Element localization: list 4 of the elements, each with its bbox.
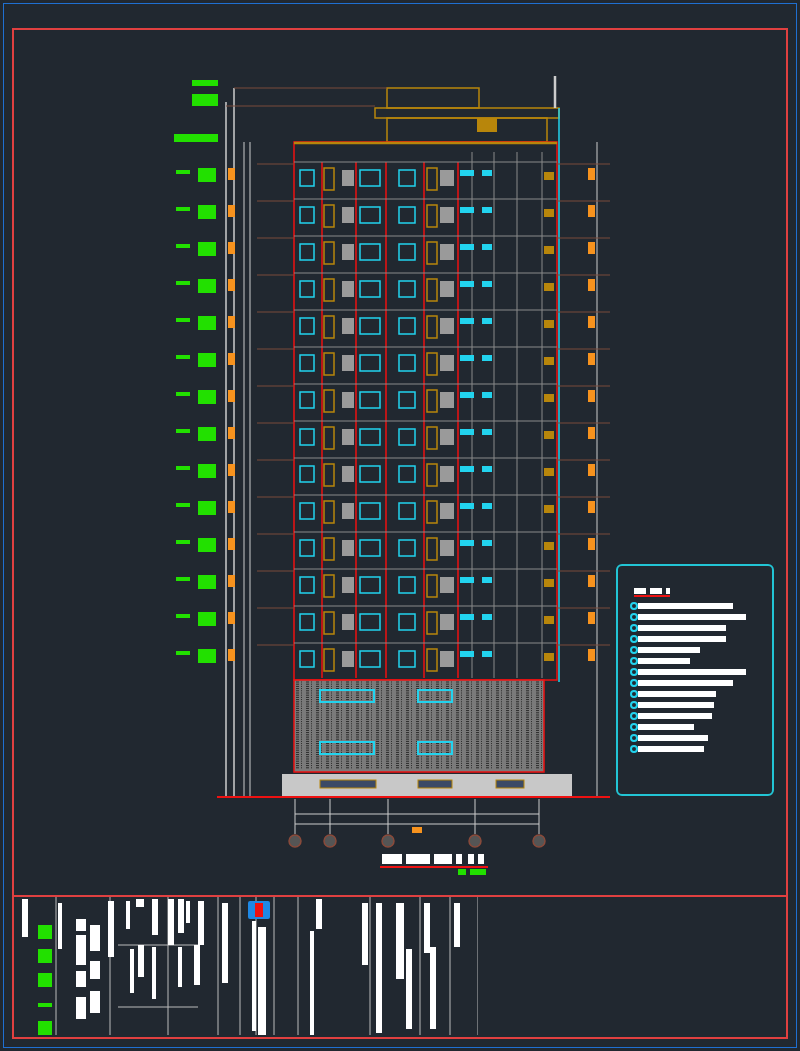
legend-entry-drawing <box>630 646 700 654</box>
legend-entry-drawing <box>630 657 690 665</box>
legend-entry-drawing <box>630 723 694 731</box>
legend-title-drawing <box>634 588 670 597</box>
